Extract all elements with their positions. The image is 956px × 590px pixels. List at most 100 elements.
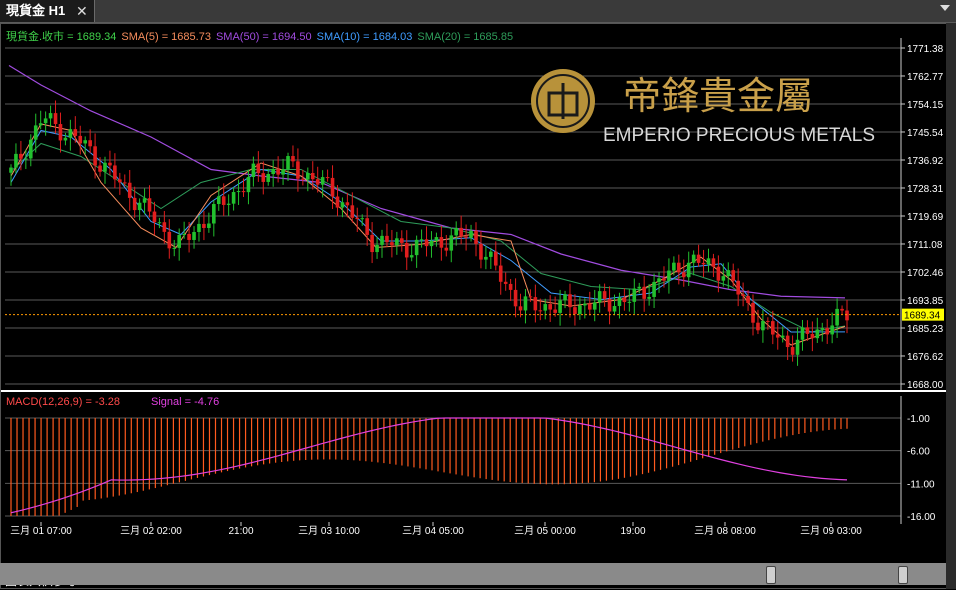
candle-body bbox=[424, 239, 429, 247]
price-tick-label: 1771.38 bbox=[907, 44, 944, 55]
macd-tick-label: -6.00 bbox=[907, 447, 930, 458]
candle-body bbox=[489, 251, 493, 257]
candle-body bbox=[775, 334, 780, 338]
candle-body bbox=[815, 329, 820, 339]
candle-body bbox=[53, 113, 58, 125]
candle-body bbox=[573, 307, 577, 314]
candle-body bbox=[132, 197, 137, 211]
price-tick-label: 1693.85 bbox=[907, 296, 944, 307]
candle-body bbox=[800, 327, 805, 340]
candle-body bbox=[335, 196, 340, 208]
candle-body bbox=[711, 258, 716, 267]
x-tick-label: 三月 03 10:00 bbox=[298, 525, 360, 537]
candle-body bbox=[187, 234, 191, 240]
candle-body bbox=[642, 286, 646, 299]
candle-body bbox=[399, 238, 404, 243]
candle-body bbox=[48, 113, 53, 119]
candle-body bbox=[355, 217, 360, 220]
legend-item: 現貨金.收市 = 1689.34 bbox=[6, 29, 116, 43]
candle-body bbox=[805, 327, 810, 334]
chart-scrollbar[interactable] bbox=[0, 563, 946, 585]
candle-body bbox=[657, 278, 661, 282]
candle-body bbox=[19, 153, 23, 159]
candle-body bbox=[226, 203, 231, 205]
candle-body bbox=[587, 303, 592, 310]
chart-area[interactable]: 1771.38 1762.77 1754.15 1745.54 1736.92 1728.… bbox=[0, 23, 956, 589]
sma10-line bbox=[10, 129, 846, 333]
candle-body bbox=[325, 177, 330, 179]
candle-body bbox=[558, 300, 562, 313]
candle-body bbox=[835, 308, 839, 326]
candle-body bbox=[622, 297, 627, 303]
candle-body bbox=[607, 298, 612, 312]
price-tick-label: 1736.92 bbox=[907, 156, 944, 167]
candle-body bbox=[523, 296, 528, 311]
candle-body bbox=[543, 304, 548, 311]
candle-body bbox=[449, 235, 454, 251]
candle-body bbox=[78, 135, 83, 144]
candle-body bbox=[563, 294, 567, 301]
candle-body bbox=[142, 198, 147, 203]
candle-body bbox=[592, 302, 597, 310]
price-tick-label: 1685.23 bbox=[907, 324, 944, 335]
candle-body bbox=[528, 296, 533, 298]
candle-body bbox=[518, 306, 523, 311]
candle-body bbox=[137, 202, 142, 211]
candle-body bbox=[751, 302, 755, 323]
candle-body bbox=[360, 218, 365, 220]
price-tick-label: 1702.46 bbox=[907, 268, 944, 279]
scroll-handle-right[interactable] bbox=[898, 566, 908, 584]
candle-body bbox=[58, 124, 63, 141]
candle-body bbox=[721, 276, 726, 281]
candle-body bbox=[484, 256, 488, 260]
x-tick-label: 21:00 bbox=[228, 526, 253, 537]
price-tick-label: 1676.62 bbox=[907, 352, 944, 363]
candle-body bbox=[73, 129, 78, 136]
current-price-label: 1689.34 bbox=[904, 311, 941, 322]
logo-chinese-text: 帝鋒貴金屬 bbox=[623, 76, 813, 118]
candle-body bbox=[306, 172, 310, 180]
candle-body bbox=[296, 161, 300, 179]
candle-body bbox=[464, 236, 468, 238]
candle-body bbox=[63, 137, 68, 141]
candle-body bbox=[845, 310, 849, 321]
x-tick-label: 三月 09 03:00 bbox=[800, 525, 862, 537]
candle-body bbox=[568, 294, 572, 308]
candle-body bbox=[790, 347, 795, 355]
scroll-handle-left[interactable] bbox=[766, 566, 776, 584]
candle-body bbox=[637, 286, 642, 289]
candle-body bbox=[172, 247, 177, 249]
candle-body bbox=[627, 301, 632, 303]
candle-body bbox=[340, 202, 345, 208]
candle-body bbox=[756, 322, 760, 331]
candle-body bbox=[380, 235, 384, 245]
candle-body bbox=[439, 237, 444, 248]
candle-body bbox=[508, 283, 513, 290]
close-icon[interactable]: ✕ bbox=[76, 0, 88, 22]
candle-body bbox=[498, 265, 503, 282]
candle-body bbox=[231, 192, 236, 204]
candle-body bbox=[375, 244, 379, 253]
x-tick-label: 三月 02 02:00 bbox=[120, 525, 182, 537]
candle-body bbox=[212, 204, 216, 224]
candle-body bbox=[68, 129, 73, 138]
candle-body bbox=[583, 303, 587, 306]
candle-body bbox=[716, 266, 721, 281]
candle-body bbox=[246, 176, 251, 193]
tab-chart[interactable]: 現貨金 H1 ✕ bbox=[0, 0, 95, 22]
chevron-down-icon[interactable] bbox=[940, 5, 950, 11]
candle-body bbox=[662, 278, 666, 281]
candle-body bbox=[677, 262, 681, 273]
candle-body bbox=[271, 169, 275, 174]
candle-body bbox=[236, 191, 241, 193]
x-tick-label: 三月 05 00:00 bbox=[514, 525, 576, 537]
candle-body bbox=[24, 158, 28, 160]
candle-body bbox=[691, 254, 696, 263]
sma5-line bbox=[10, 123, 846, 346]
candle-body bbox=[43, 118, 48, 124]
price-tick-label: 1754.15 bbox=[907, 100, 944, 111]
legend-item: SMA(20) = 1685.85 bbox=[417, 31, 513, 43]
candle-body bbox=[454, 227, 459, 236]
candle-body bbox=[766, 320, 770, 322]
candle-body bbox=[103, 162, 107, 172]
